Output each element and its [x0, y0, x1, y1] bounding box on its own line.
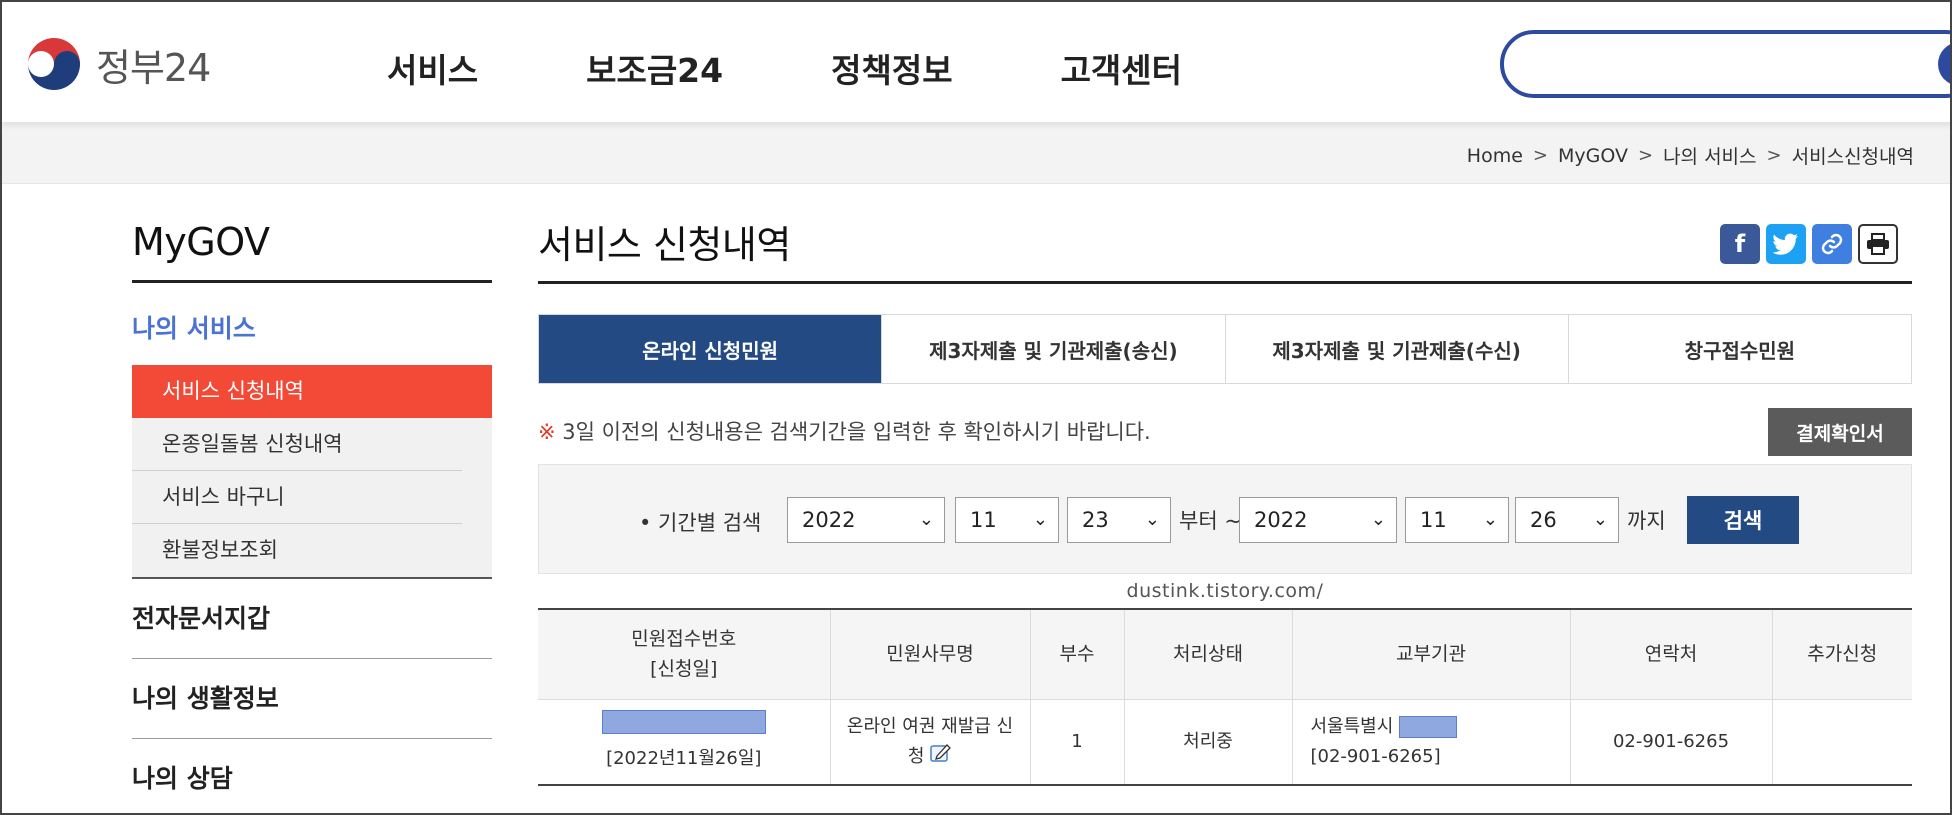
- chevron-right-icon: >: [1532, 145, 1548, 166]
- redacted-agency: [1399, 715, 1458, 738]
- to-day-select[interactable]: 26 ⌄: [1515, 497, 1619, 543]
- breadcrumb-my-service[interactable]: 나의 서비스: [1663, 142, 1756, 169]
- to-month-value: 11: [1420, 508, 1447, 532]
- twitter-icon[interactable]: [1766, 224, 1806, 264]
- tab-online[interactable]: 온라인 신청민원: [539, 315, 882, 383]
- sidebar-section-life-info[interactable]: 나의 생활정보: [132, 659, 492, 739]
- nav-support[interactable]: 고객센터: [1061, 44, 1182, 92]
- from-month-value: 11: [970, 508, 997, 532]
- search-button[interactable]: 검색: [1687, 496, 1799, 544]
- service-name-line1[interactable]: 온라인 여권 재발급 신: [847, 716, 1013, 737]
- to-month-select[interactable]: 11 ⌄: [1405, 497, 1509, 543]
- cell-receipt-no: [2022년11월26일]: [538, 698, 831, 785]
- search-input[interactable]: [1500, 30, 1950, 98]
- breadcrumb-bar: Home > MyGOV > 나의 서비스 > 서비스신청내역: [2, 122, 1950, 184]
- breadcrumb: Home > MyGOV > 나의 서비스 > 서비스신청내역: [1467, 142, 1914, 169]
- link-icon[interactable]: [1812, 224, 1852, 264]
- main-nav: 서비스 보조금24 정책정보 고객센터: [387, 44, 1290, 92]
- logo[interactable]: 정부24: [22, 32, 211, 96]
- table-header-row: 민원접수번호 [신청일] 민원사무명 부수 처리상태 교부기관 연락처 추가신청: [538, 609, 1912, 699]
- watermark: dustink.tistory.com/: [1126, 580, 1324, 602]
- edit-icon[interactable]: [930, 742, 952, 772]
- from-day-value: 23: [1082, 508, 1109, 532]
- nav-service[interactable]: 서비스: [387, 44, 478, 92]
- sidebar-item-service-history[interactable]: 서비스 신청내역: [132, 365, 492, 418]
- facebook-icon[interactable]: f: [1720, 224, 1760, 264]
- page-title: 서비스 신청내역: [538, 214, 1912, 284]
- sidebar-item-refund[interactable]: 환불정보조회: [132, 524, 462, 577]
- print-icon[interactable]: [1858, 224, 1898, 264]
- history-table: 민원접수번호 [신청일] 민원사무명 부수 처리상태 교부기관 연락처 추가신청 …: [538, 608, 1912, 786]
- share-bar: f: [1714, 224, 1898, 264]
- col-receipt-no-label: 민원접수번호: [631, 628, 737, 651]
- period-search-label: • 기간별 검색: [639, 511, 762, 535]
- chevron-down-icon: ⌄: [1482, 509, 1498, 530]
- chevron-down-icon: ⌄: [1370, 509, 1386, 530]
- col-apply-date-label: [신청일]: [650, 658, 718, 681]
- to-year-value: 2022: [1254, 508, 1308, 532]
- cell-status: 처리중: [1124, 698, 1293, 785]
- chevron-right-icon: >: [1637, 145, 1654, 166]
- col-contact: 연락처: [1570, 609, 1773, 699]
- chevron-down-icon: ⌄: [918, 509, 934, 530]
- nav-subsidy[interactable]: 보조금24: [586, 44, 723, 92]
- table-row[interactable]: [2022년11월26일] 온라인 여권 재발급 신 청 1 처리중 서울특별시: [538, 698, 1912, 785]
- cell-service-name: 온라인 여권 재발급 신 청: [830, 698, 1031, 785]
- col-receipt-no: 민원접수번호 [신청일]: [538, 609, 831, 699]
- to-day-value: 26: [1530, 508, 1557, 532]
- notice-row: ※ 3일 이전의 신청내용은 검색기간을 입력한 후 확인하시기 바랍니다. 결…: [538, 384, 1912, 464]
- sidebar-section-e-wallet[interactable]: 전자문서지갑: [132, 579, 492, 659]
- top-header: 정부24 서비스 보조금24 정책정보 고객센터: [2, 2, 1950, 122]
- notice-mark: ※: [538, 420, 556, 444]
- col-extra: 추가신청: [1807, 643, 1878, 666]
- breadcrumb-home[interactable]: Home: [1467, 145, 1523, 167]
- main-content: 서비스 신청내역 f 온라인 신청민원 제3자제출 및 기관제출(송신) 제3자…: [538, 214, 1912, 786]
- chevron-down-icon: ⌄: [1592, 509, 1608, 530]
- apply-date: [2022년11월26일]: [606, 747, 762, 769]
- service-name-line2[interactable]: 청: [908, 746, 925, 767]
- sidebar-section-consult[interactable]: 나의 상담: [132, 739, 492, 813]
- agency-phone: [02-901-6265]: [1310, 745, 1441, 767]
- col-service-name: 민원사무명: [830, 609, 1031, 699]
- sidebar-subtitle[interactable]: 나의 서비스: [132, 309, 492, 345]
- taegeuk-logo-icon: [24, 34, 84, 94]
- from-day-select[interactable]: 23 ⌄: [1067, 497, 1171, 543]
- sidebar-menu: 서비스 신청내역 온종일돌봄 신청내역 서비스 바구니 환불정보조회: [132, 365, 492, 579]
- to-suffix: 까지: [1627, 509, 1666, 533]
- sidebar-item-care-history[interactable]: 온종일돌봄 신청내역: [132, 418, 462, 471]
- sidebar-title: MyGOV: [132, 220, 492, 283]
- col-status: 처리상태: [1124, 609, 1293, 699]
- from-year-value: 2022: [802, 508, 856, 532]
- cell-copies: 1: [1030, 698, 1125, 785]
- tab-third-party-receive[interactable]: 제3자제출 및 기관제출(수신): [1224, 315, 1568, 383]
- nav-policy[interactable]: 정책정보: [831, 44, 952, 92]
- cell-contact: 02-901-6265: [1570, 698, 1773, 785]
- chevron-down-icon: ⌄: [1144, 509, 1160, 530]
- col-agency: 교부기관: [1292, 609, 1571, 699]
- col-copies: 부수: [1030, 609, 1125, 699]
- breadcrumb-current: 서비스신청내역: [1791, 146, 1914, 168]
- browser-frame: 정부24 서비스 보조금24 정책정보 고객센터 Home > MyGOV > …: [0, 0, 1952, 815]
- sidebar-item-service-basket[interactable]: 서비스 바구니: [132, 471, 462, 524]
- logo-text: 정부24: [96, 45, 211, 90]
- tab-bar: 온라인 신청민원 제3자제출 및 기관제출(송신) 제3자제출 및 기관제출(수…: [538, 314, 1912, 384]
- agency-name: 서울특별시: [1310, 715, 1394, 737]
- payment-receipt-button[interactable]: 결제확인서: [1768, 408, 1912, 456]
- notice-text: ※ 3일 이전의 신청내용은 검색기간을 입력한 후 확인하시기 바랍니다.: [538, 416, 1151, 446]
- to-year-select[interactable]: 2022 ⌄: [1239, 497, 1397, 543]
- tab-counter[interactable]: 창구접수민원: [1567, 315, 1911, 383]
- notice-message: 3일 이전의 신청내용은 검색기간을 입력한 후 확인하시기 바랍니다.: [562, 420, 1151, 444]
- period-search-panel: • 기간별 검색 2022 ⌄ 11 ⌄ 23 ⌄ 부터 ~ 2022 ⌄ 11 ⌄ 26…: [538, 464, 1912, 574]
- sidebar: MyGOV 나의 서비스 서비스 신청내역 온종일돌봄 신청내역 서비스 바구니…: [132, 220, 492, 813]
- cell-agency: 서울특별시 [02-901-6265]: [1292, 698, 1571, 785]
- from-suffix: 부터 ~: [1179, 509, 1242, 533]
- cell-extra: [1772, 698, 1912, 785]
- breadcrumb-mygov[interactable]: MyGOV: [1558, 145, 1628, 167]
- chevron-down-icon: ⌄: [1032, 509, 1048, 530]
- tab-third-party-send[interactable]: 제3자제출 및 기관제출(송신): [881, 315, 1224, 383]
- chevron-right-icon: >: [1766, 145, 1782, 166]
- from-month-select[interactable]: 11 ⌄: [955, 497, 1059, 543]
- redacted-receipt-no[interactable]: [601, 709, 766, 734]
- from-year-select[interactable]: 2022 ⌄: [787, 497, 945, 543]
